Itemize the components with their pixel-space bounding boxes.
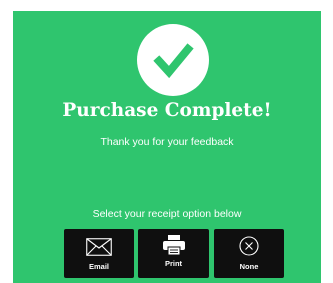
thank-you-message: Thank you for your feedback	[100, 136, 234, 148]
page-title: Purchase Complete!	[62, 100, 272, 121]
purchase-complete-screen: Purchase Complete! Thank you for your fe…	[13, 11, 321, 283]
printer-icon	[162, 235, 185, 255]
checkmark-icon	[153, 43, 194, 79]
no-receipt-button[interactable]: None	[214, 229, 284, 278]
no-receipt-label: None	[239, 262, 259, 271]
x-circle-icon	[239, 236, 259, 256]
checkmark-circle-icon	[137, 24, 209, 96]
receipt-prompt: Select your receipt option below	[92, 208, 242, 220]
envelope-icon	[86, 238, 112, 256]
email-receipt-label: Email	[88, 262, 109, 271]
print-receipt-label: Print	[164, 259, 183, 268]
print-receipt-button[interactable]: Print	[138, 229, 209, 278]
email-receipt-button[interactable]: Email	[64, 229, 134, 278]
